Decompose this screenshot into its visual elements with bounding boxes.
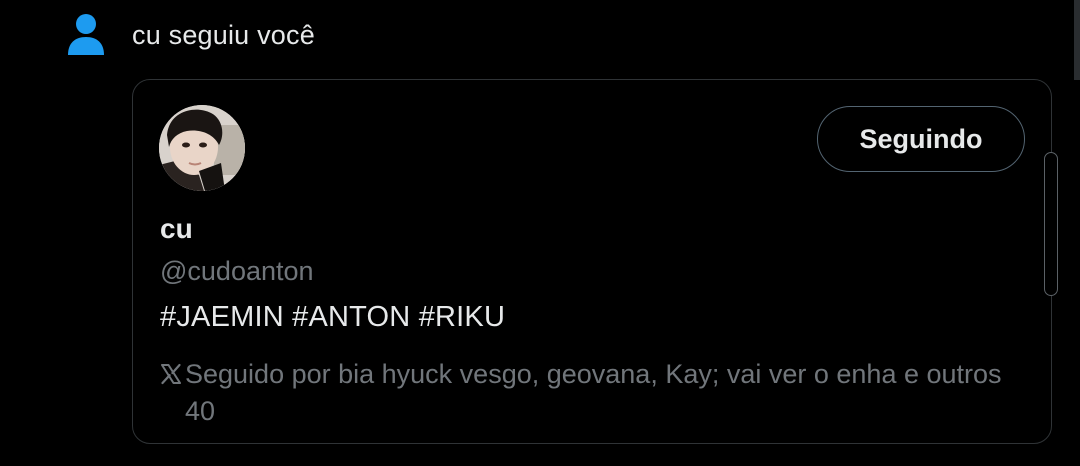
person-icon <box>68 14 104 55</box>
user-handle[interactable]: @cudoanton <box>160 256 314 287</box>
notification-header[interactable]: cu seguiu você <box>66 14 315 56</box>
x-logo-icon <box>161 363 181 385</box>
display-name[interactable]: cu <box>160 213 193 245</box>
following-button[interactable]: Seguindo <box>817 106 1025 172</box>
scrollbar[interactable] <box>1044 152 1058 296</box>
user-bio: #JAEMIN #ANTON #RIKU <box>160 301 506 333</box>
profile-photo <box>159 105 245 191</box>
avatar[interactable] <box>159 105 245 191</box>
user-card[interactable]: Seguindo cu @cudoanton #JAEMIN #ANTON #R… <box>132 79 1052 444</box>
window-edge <box>1074 0 1080 80</box>
notification-text[interactable]: cu seguiu você <box>132 20 315 51</box>
followed-by: Seguido por bia hyuck vesgo, geovana, Ka… <box>159 356 1029 430</box>
followed-by-text: Seguido por bia hyuck vesgo, geovana, Ka… <box>185 359 1002 426</box>
